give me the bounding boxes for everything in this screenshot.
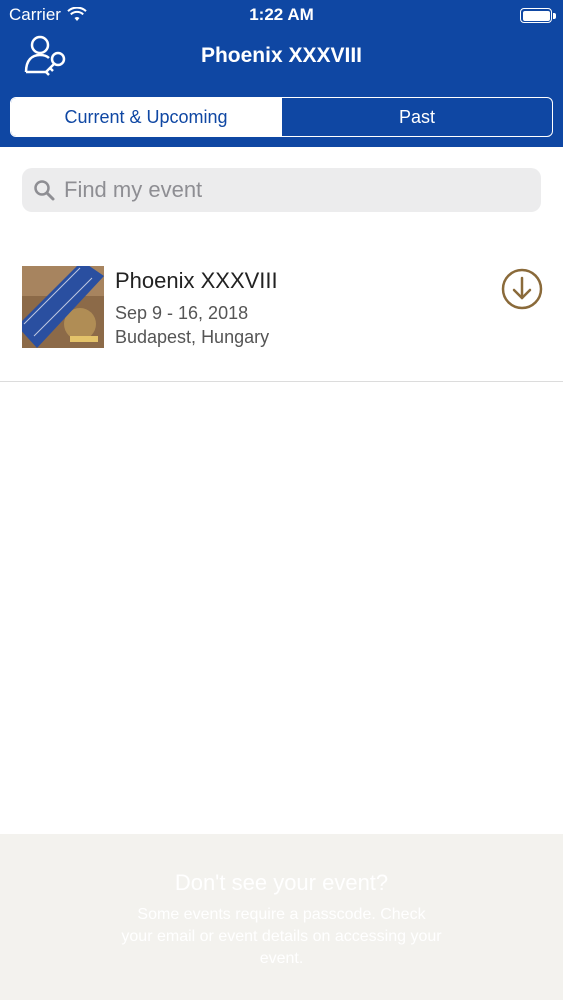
search-icon [34,180,55,201]
status-time: 1:22 AM [249,5,314,24]
top-header: Carrier 1:22 AM Phoenix XXXVIII Current … [0,0,563,147]
page-title: Phoenix XXXVIII [200,44,363,67]
tab-current-upcoming[interactable]: Current & Upcoming [11,98,281,136]
search-bar[interactable] [22,168,541,212]
search-input[interactable] [64,177,514,203]
tab-past[interactable]: Past [281,98,552,136]
event-filter-tabs: Current & Upcoming Past [10,97,553,137]
footer-title: Don't see your event? [174,870,389,895]
footer-body: Some events require a passcode. Check yo… [121,906,442,967]
event-title: Phoenix XXXVIII [115,268,278,293]
status-bar: Carrier 1:22 AM [0,0,563,30]
event-list-item[interactable]: Phoenix XXXVIII Sep 9 - 16, 2018 Budapes… [0,240,563,382]
event-location: Budapest, Hungary [115,327,270,347]
event-thumbnail [22,266,104,348]
download-icon[interactable] [500,267,544,311]
footer-help: Don't see your event? Some events requir… [0,834,563,1000]
event-dates: Sep 9 - 16, 2018 [115,303,249,323]
battery-icon [520,8,556,23]
